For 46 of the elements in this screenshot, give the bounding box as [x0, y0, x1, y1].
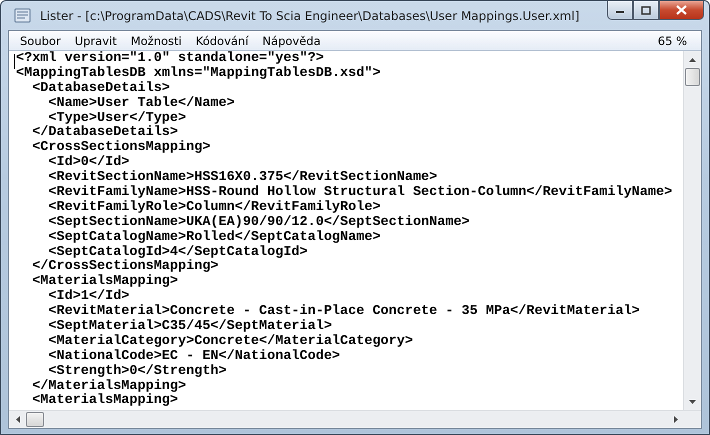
code-line: <MaterialsMapping>: [32, 394, 178, 410]
scrollbar-thumb[interactable]: [26, 412, 44, 427]
menu-item[interactable]: Kódování: [188, 34, 256, 48]
code-line: <NationalCode>EC - EN</NationalCode>: [48, 350, 340, 364]
maximize-icon: [641, 6, 651, 14]
code-line: <RevitMaterial>Concrete - Cast-in-Place Concrete - 35 MPa</RevitMaterial>: [48, 305, 640, 320]
horizontal-scrollbar[interactable]: [9, 410, 701, 428]
close-button[interactable]: [659, 1, 704, 20]
vertical-scrollbar[interactable]: [683, 51, 701, 410]
code-line: <RevitFamilyName>HSS-Round Hollow Structural Section-Column</RevitFamilyName>: [48, 186, 672, 200]
menu-item[interactable]: Soubor: [13, 34, 68, 48]
code-line: <MaterialsMapping>: [32, 275, 178, 290]
scroll-up-icon[interactable]: [689, 58, 696, 62]
scroll-left-icon[interactable]: [16, 416, 20, 423]
zoom-level: 65 %: [658, 34, 688, 48]
code-line: <MappingTablesDB xmlns="MappingTablesDB.xsd">: [16, 66, 381, 81]
code-line: <SeptSectionName>UKA(EA)90/90/12.0</SeptSectionName>: [48, 216, 470, 230]
code-line: </MaterialsMapping>: [32, 380, 186, 394]
text-cursor: [14, 54, 15, 69]
code-line: <Id>0</Id>: [48, 156, 130, 170]
code-line: <SeptCatalogName>Rolled</SeptCatalogName>: [48, 230, 381, 245]
maximize-button[interactable]: [633, 1, 659, 20]
code-line: <SeptMaterial>C35/45</SeptMaterial>: [48, 320, 332, 334]
code-line: <RevitSectionName>HSS16X0.375</RevitSectionName>: [48, 171, 438, 186]
code-line: </DatabaseDetails>: [32, 126, 178, 140]
menu-item[interactable]: Upravit: [68, 34, 124, 48]
code-line: <CrossSectionsMapping>: [32, 141, 210, 156]
menu-item[interactable]: Nápověda: [255, 34, 328, 48]
code-line: <Name>User Table</Name>: [48, 96, 235, 111]
scroll-right-icon[interactable]: [674, 416, 678, 423]
code-line: <MaterialCategory>Concrete</MaterialCategory>: [48, 334, 413, 349]
code-line: <RevitFamilyRole>Column</RevitFamilyRole>: [48, 200, 381, 215]
scrollbar-thumb[interactable]: [685, 68, 700, 86]
code-line: <DatabaseDetails>: [32, 82, 170, 96]
minimize-button[interactable]: [607, 1, 633, 20]
code-line: </CrossSectionsMapping>: [32, 260, 219, 274]
code-line: <Strength>0</Strength>: [48, 364, 227, 379]
code-line: <?xml version="1.0" standalone="yes"?>: [16, 52, 324, 66]
menu-item[interactable]: Možnosti: [124, 34, 189, 48]
app-icon: [14, 8, 32, 24]
code-line: <SeptCatalogId>4</SeptCatalogId>: [48, 246, 308, 260]
code-line: <Type>User</Type>: [48, 112, 186, 126]
scroll-down-icon[interactable]: [689, 400, 696, 404]
close-icon: [676, 5, 687, 15]
window-title: Lister - [c:\ProgramData\CADS\Revit To Scia Engineer\Databases\User Mappings.User.xml]: [40, 8, 580, 22]
code-line: <Id>1</Id>: [48, 290, 130, 304]
